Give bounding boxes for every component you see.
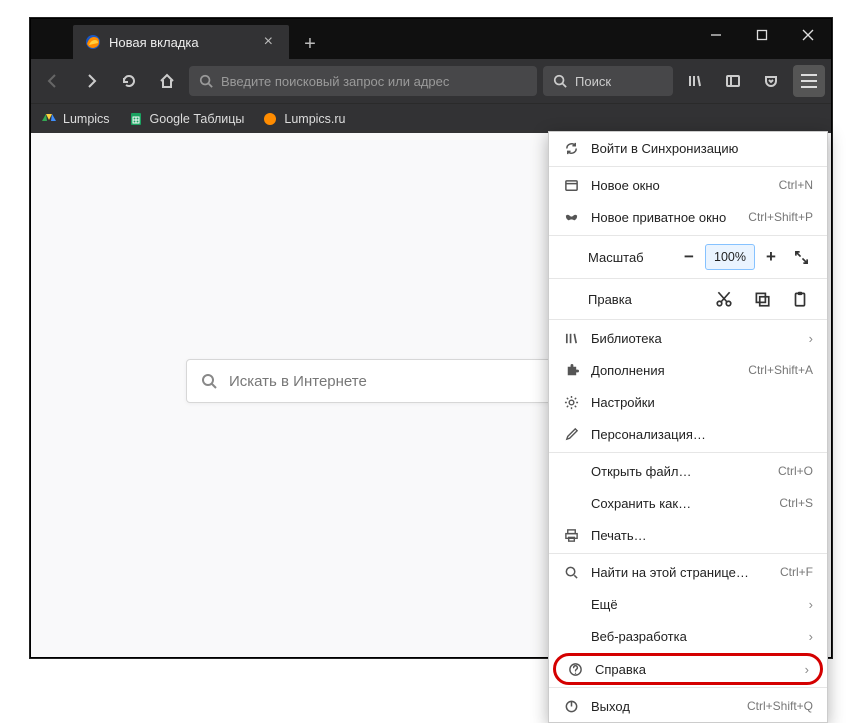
menu-button[interactable] bbox=[793, 65, 825, 97]
library-button[interactable] bbox=[679, 65, 711, 97]
menu-sign-in[interactable]: Войти в Синхронизацию bbox=[549, 132, 827, 164]
menu-save-as[interactable]: Сохранить как… Ctrl+S bbox=[549, 487, 827, 519]
new-tab-button[interactable]: + bbox=[295, 29, 325, 59]
bookmark-lumpics-ru[interactable]: Lumpics.ru bbox=[262, 111, 345, 127]
bookmarks-toolbar: Lumpics Google Таблицы Lumpics.ru bbox=[31, 103, 831, 133]
zoom-value[interactable]: 100% bbox=[705, 244, 755, 270]
maximize-button[interactable] bbox=[739, 19, 785, 51]
pocket-button[interactable] bbox=[755, 65, 787, 97]
menu-exit[interactable]: Выход Ctrl+Shift+Q bbox=[549, 690, 827, 722]
menu-more[interactable]: Ещё › bbox=[549, 588, 827, 620]
minimize-button[interactable] bbox=[693, 19, 739, 51]
zoom-out-button[interactable]: − bbox=[673, 243, 705, 271]
help-icon bbox=[567, 661, 583, 677]
drive-icon bbox=[41, 111, 57, 127]
url-placeholder: Введите поисковый запрос или адрес bbox=[221, 74, 449, 89]
menu-addons[interactable]: Дополнения Ctrl+Shift+A bbox=[549, 354, 827, 386]
exit-icon bbox=[563, 698, 579, 714]
tab-title: Новая вкладка bbox=[109, 35, 260, 50]
window-icon bbox=[563, 177, 579, 193]
tab-close-icon[interactable]: × bbox=[260, 33, 277, 51]
firefox-icon bbox=[85, 34, 101, 50]
menu-help-highlight: Справка › bbox=[553, 653, 823, 685]
sync-icon bbox=[563, 140, 579, 156]
forward-button[interactable] bbox=[75, 65, 107, 97]
chevron-right-icon: › bbox=[809, 331, 813, 346]
paint-icon bbox=[563, 426, 579, 442]
print-icon bbox=[563, 527, 579, 543]
mask-icon bbox=[563, 209, 579, 225]
copy-button[interactable] bbox=[753, 290, 771, 308]
menu-customize[interactable]: Персонализация… bbox=[549, 418, 827, 450]
home-button[interactable] bbox=[151, 65, 183, 97]
library-icon bbox=[563, 330, 579, 346]
gear-icon bbox=[563, 394, 579, 410]
menu-zoom: Масштаб − 100% + bbox=[549, 238, 827, 276]
sheets-icon bbox=[128, 111, 144, 127]
search-bar[interactable]: Поиск bbox=[543, 66, 673, 96]
bookmark-sheets[interactable]: Google Таблицы bbox=[128, 111, 245, 127]
search-icon bbox=[553, 74, 567, 88]
menu-print[interactable]: Печать… bbox=[549, 519, 827, 551]
menu-open-file[interactable]: Открыть файл… Ctrl+O bbox=[549, 455, 827, 487]
paste-button[interactable] bbox=[791, 290, 809, 308]
puzzle-icon bbox=[563, 362, 579, 378]
menu-help[interactable]: Справка › bbox=[556, 656, 820, 682]
reload-button[interactable] bbox=[113, 65, 145, 97]
bookmark-lumpics[interactable]: Lumpics bbox=[41, 111, 110, 127]
menu-find[interactable]: Найти на этой странице… Ctrl+F bbox=[549, 556, 827, 588]
menu-web-developer[interactable]: Веб-разработка › bbox=[549, 620, 827, 652]
menu-new-private-window[interactable]: Новое приватное окно Ctrl+Shift+P bbox=[549, 201, 827, 233]
nav-toolbar: Введите поисковый запрос или адрес Поиск bbox=[31, 59, 831, 103]
app-menu: Войти в Синхронизацию Новое окно Ctrl+N … bbox=[548, 131, 828, 723]
menu-new-window[interactable]: Новое окно Ctrl+N bbox=[549, 169, 827, 201]
active-tab[interactable]: Новая вкладка × bbox=[73, 25, 289, 59]
cut-button[interactable] bbox=[715, 290, 733, 308]
chevron-right-icon: › bbox=[805, 662, 809, 677]
search-icon bbox=[563, 564, 579, 580]
menu-library[interactable]: Библиотека › bbox=[549, 322, 827, 354]
back-button[interactable] bbox=[37, 65, 69, 97]
zoom-in-button[interactable]: + bbox=[755, 243, 787, 271]
close-button[interactable] bbox=[785, 19, 831, 51]
window-controls bbox=[693, 19, 831, 59]
fullscreen-button[interactable] bbox=[787, 250, 815, 265]
chevron-right-icon: › bbox=[809, 597, 813, 612]
titlebar: Новая вкладка × + bbox=[31, 19, 831, 59]
search-icon bbox=[199, 74, 213, 88]
url-bar[interactable]: Введите поисковый запрос или адрес bbox=[189, 66, 537, 96]
firefox-window: Новая вкладка × + Введите поисковый запр… bbox=[30, 18, 832, 658]
menu-settings[interactable]: Настройки bbox=[549, 386, 827, 418]
sidebar-button[interactable] bbox=[717, 65, 749, 97]
chevron-right-icon: › bbox=[809, 629, 813, 644]
search-icon bbox=[201, 373, 217, 389]
menu-edit: Правка bbox=[549, 281, 827, 317]
site-icon bbox=[262, 111, 278, 127]
search-placeholder: Поиск bbox=[575, 74, 611, 89]
